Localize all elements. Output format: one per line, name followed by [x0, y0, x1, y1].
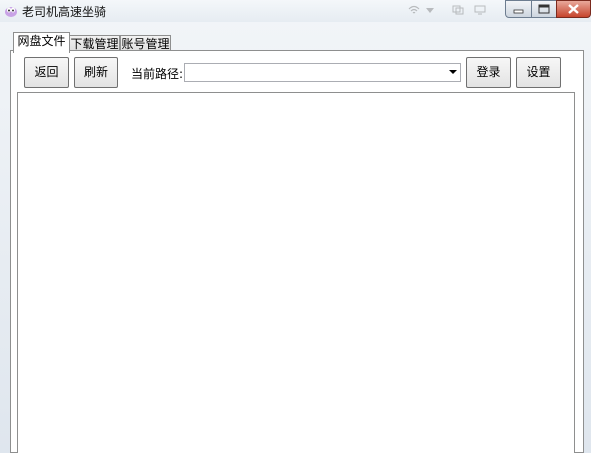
window-title: 老司机高速坐骑 — [22, 5, 107, 19]
tab-label: 账号管理 — [121, 37, 170, 51]
maximize-icon — [538, 4, 550, 14]
current-path-label: 当前路径: — [131, 67, 184, 81]
refresh-button[interactable]: 刷新 — [74, 57, 118, 88]
file-list[interactable] — [17, 92, 575, 453]
back-button-label: 返回 — [34, 65, 59, 79]
tab-label: 网盘文件 — [17, 34, 66, 48]
minimize-icon — [513, 9, 524, 14]
back-button[interactable]: 返回 — [24, 57, 69, 88]
close-icon — [568, 4, 579, 14]
app-icon — [5, 7, 17, 17]
current-path-select[interactable] — [184, 63, 461, 82]
settings-button-label: 设置 — [526, 65, 551, 79]
copy-icon — [452, 5, 464, 15]
minimize-button[interactable] — [505, 0, 532, 18]
tab-label: 下载管理 — [70, 37, 119, 51]
wifi-icon — [408, 5, 420, 14]
app-window: 老司机高速坐骑 网盘文件 下载管理 账号管理 返回 刷新 当前路径: 登录 设置 — [0, 0, 591, 453]
tab-netdisk-files[interactable]: 网盘文件 — [13, 32, 70, 53]
login-button-label: 登录 — [476, 65, 501, 79]
title-bar[interactable]: 老司机高速坐骑 — [0, 0, 591, 22]
login-button[interactable]: 登录 — [466, 57, 511, 88]
close-button[interactable] — [556, 0, 591, 18]
chevron-down-icon[interactable] — [449, 70, 457, 74]
netdisk-files-page: 返回 刷新 当前路径: 登录 设置 — [10, 50, 584, 453]
dropdown-arrow-icon — [426, 8, 434, 13]
settings-button[interactable]: 设置 — [516, 57, 561, 88]
refresh-button-label: 刷新 — [83, 65, 108, 79]
monitor-icon — [474, 5, 486, 15]
maximize-button[interactable] — [531, 0, 557, 18]
